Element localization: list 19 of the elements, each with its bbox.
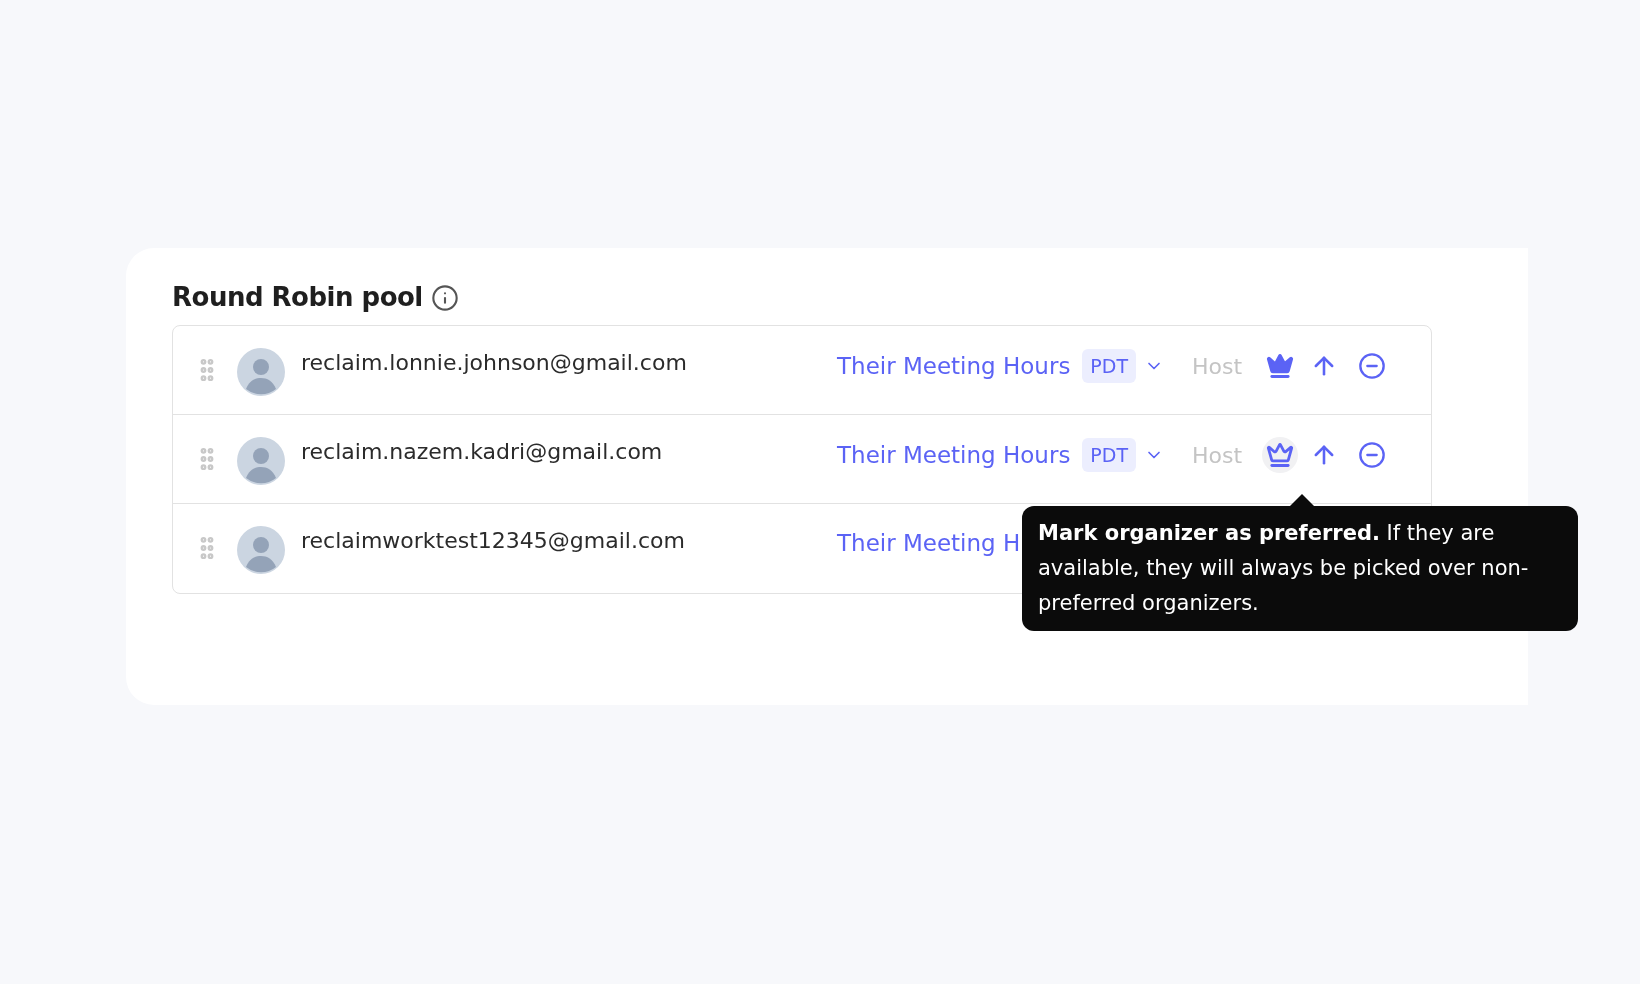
info-icon[interactable] [430,283,459,312]
remove-button[interactable] [1358,352,1387,380]
role-label: Host [1192,352,1243,381]
member-email: reclaim.nazem.kadri@gmail.com [301,438,664,466]
meeting-hours-link[interactable]: Their Meeting Hours [837,348,1071,384]
preferred-toggle[interactable] [1262,437,1299,473]
meeting-hours-link[interactable]: Their Meeting H [837,526,1021,561]
section-title: Round Robin pool [172,281,423,314]
role-label: Host [1192,441,1243,470]
member-email: reclaimworktest12345@gmail.com [301,527,686,555]
avatar-icon [237,437,285,485]
crown-icon [1266,441,1295,469]
avatar-icon [237,526,285,574]
remove-button[interactable] [1358,441,1387,469]
member-email: reclaim.lonnie.johnson@gmail.com [301,349,688,377]
avatar-icon [237,348,285,396]
meeting-hours-link[interactable]: Their Meeting Hours [837,437,1071,473]
crown-icon [1266,352,1295,380]
tooltip-text: Mark organizer as preferred. If they are available, they will always be picked over non-preferred organizers. [1038,520,1530,617]
